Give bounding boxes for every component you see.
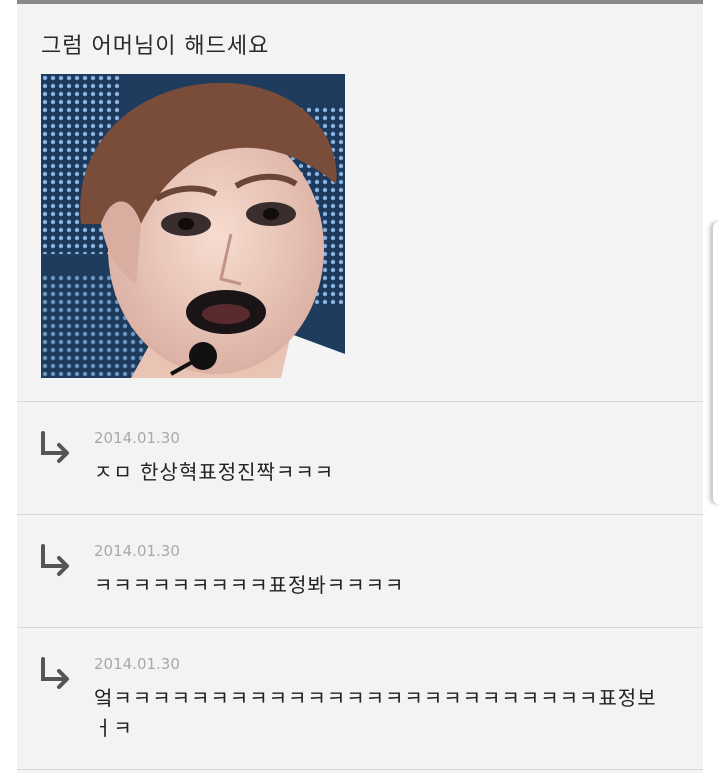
divider (17, 627, 703, 628)
reply-arrow-icon (41, 657, 69, 689)
reply-arrow-icon (41, 544, 69, 576)
divider (17, 514, 703, 515)
post-photo[interactable] (41, 74, 345, 378)
reply-arrow-icon (41, 431, 69, 463)
reply-text: 엌ㅋㅋㅋㅋㅋㅋㅋㅋㅋㅋㅋㅋㅋㅋㅋㅋㅋㅋㅋㅋㅋㅋㅋㅋㅋ표정보ㅓㅋ (94, 686, 657, 740)
scrollbar[interactable] (712, 222, 720, 504)
reply-date: 2014.01.30 (94, 542, 180, 560)
face-photo-illustration (41, 74, 345, 378)
divider (17, 401, 703, 402)
post-title: 그럼 어머님이 해드세요 (41, 34, 270, 59)
reply-date: 2014.01.30 (94, 429, 180, 447)
reply-date: 2014.01.30 (94, 655, 180, 673)
reply-text: ㅋㅋㅋㅋㅋㅋㅋㅋㅋ표정봐ㅋㅋㅋㅋ (94, 573, 405, 597)
divider (17, 769, 703, 770)
reply-text: ㅈㅁ 한상혁표정진짝ㅋㅋㅋ (94, 460, 335, 484)
comment-thread: 그럼 어머님이 해드세요 2014.01.30 ㅈㅁ 한상혁표정진짝ㅋㅋㅋ 20… (17, 0, 703, 773)
